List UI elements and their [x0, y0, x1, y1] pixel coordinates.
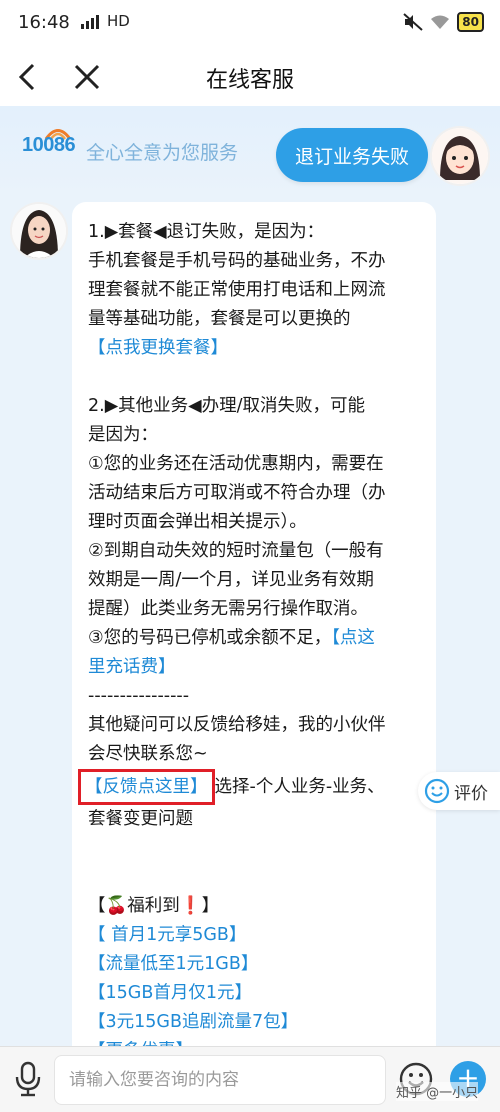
wifi-icon: [431, 15, 450, 29]
divider-line: ----------------: [88, 686, 190, 706]
battery-indicator: 80: [457, 12, 484, 32]
promo-heading: 【🍒福利到❗】: [88, 896, 220, 916]
voice-button[interactable]: [12, 1061, 44, 1097]
network-indicator: HD: [80, 12, 130, 30]
message-line: 提醒）此类业务无需另行操作取消。: [88, 599, 368, 619]
smiley-icon: [424, 778, 450, 804]
message-line: ①您的业务还在活动优惠期内，需要在: [88, 454, 384, 474]
agent-message-text: 1.▶套餐◀退订失败，是因为： 手机套餐是手机号码的基础业务，不办 理套餐就不能…: [78, 218, 422, 1062]
signal-icon: [81, 14, 99, 29]
watermark: 知乎 @一小只: [396, 1082, 479, 1101]
input-bar: +: [0, 1046, 500, 1112]
microphone-icon: [15, 1061, 41, 1097]
promo-link[interactable]: 【 首月1元享5GB】: [88, 921, 422, 950]
agent-message-bubble: 1.▶套餐◀退订失败，是因为： 手机套餐是手机号码的基础业务，不办 理套餐就不能…: [72, 202, 436, 1062]
network-type: HD: [107, 12, 130, 30]
user-avatar: [432, 128, 488, 184]
mute-icon: [403, 13, 423, 31]
agent-photo-icon: [12, 204, 66, 258]
rate-label: 评价: [454, 783, 488, 804]
promo-link[interactable]: 【15GB首月仅1元】: [88, 979, 422, 1008]
message-line: 理套餐就不能正常使用打电话和上网流: [88, 280, 386, 300]
message-line: 活动结束后方可取消或不符合办理（办: [88, 483, 386, 503]
message-line: 其他疑问可以反馈给移娃，我的小伙伴: [88, 715, 386, 735]
recharge-link-part2[interactable]: 里充话费】: [88, 653, 422, 682]
banner-slogan: 全心全意为您服务: [86, 142, 239, 164]
status-bar: 16:48 HD 80: [0, 0, 500, 48]
rate-button[interactable]: 评价: [418, 772, 500, 810]
message-text: 选择-个人业务-业务、: [214, 777, 385, 797]
message-input-container: [54, 1055, 386, 1105]
agent-avatar: [12, 204, 66, 258]
message-line: 手机套餐是手机号码的基础业务，不办: [88, 251, 386, 271]
chat-header: 在线客服: [0, 48, 500, 106]
recharge-link-part1[interactable]: 【点这: [331, 628, 375, 648]
message-line: 量等基础功能，套餐是可以更换的: [88, 309, 351, 329]
change-plan-link[interactable]: 【点我更换套餐】: [88, 334, 422, 363]
promo-link[interactable]: 【3元15GB追剧流量7包】: [88, 1008, 422, 1037]
status-time: 16:48: [18, 12, 70, 33]
message-line: 会尽快联系您~: [88, 744, 208, 764]
message-line: 是因为：: [88, 425, 158, 445]
message-text: ③您的号码已停机或余额不足，: [88, 628, 332, 648]
promo-link[interactable]: 【流量低至1元1GB】: [88, 950, 422, 979]
page-title: 在线客服: [205, 68, 294, 93]
message-line: ③您的号码已停机或余额不足，【点这: [88, 624, 422, 653]
message-line: 理时页面会弹出相关提示）。: [88, 512, 307, 532]
message-line: 效期是一周/一个月，详见业务有效期: [88, 570, 374, 590]
message-line: 【反馈点这里】 选择-个人业务-业务、: [78, 769, 422, 805]
message-line: ②到期自动失效的短时流量包（一般有: [88, 541, 384, 561]
message-line: 2.▶其他业务◀办理/取消失败，可能: [88, 396, 366, 416]
user-message-bubble: 退订业务失败: [276, 128, 428, 182]
message-input[interactable]: [55, 1056, 385, 1104]
cartoon-girl-avatar-icon: [432, 128, 488, 184]
brand-logo: 10086: [22, 134, 76, 156]
message-line: 1.▶套餐◀退订失败，是因为：: [88, 222, 325, 242]
message-line: 套餐变更问题: [88, 809, 193, 829]
feedback-link[interactable]: 【反馈点这里】: [78, 769, 215, 805]
